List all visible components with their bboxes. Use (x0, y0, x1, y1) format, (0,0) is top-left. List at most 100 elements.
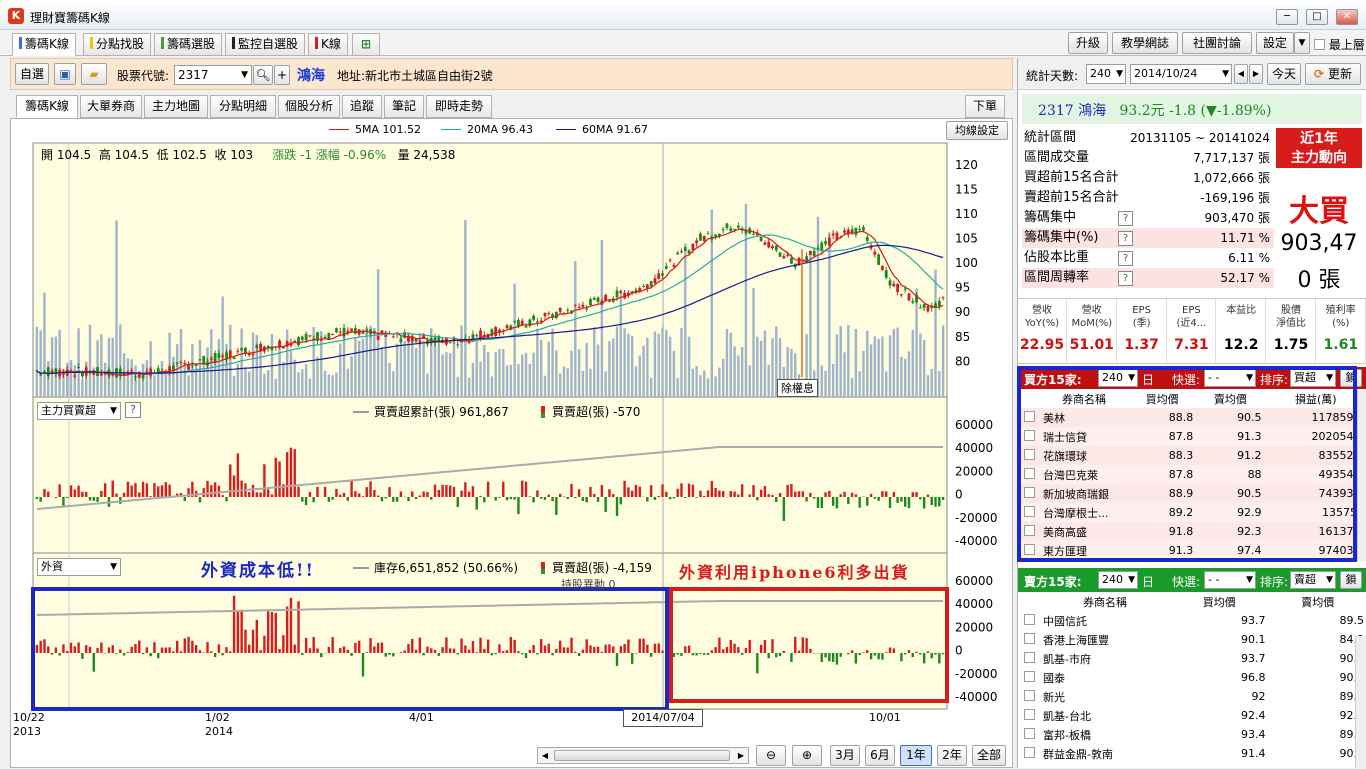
horizontal-scrollbar[interactable]: ◀ ▶ (537, 747, 749, 764)
tab-watchlist-monitor[interactable]: 監控自選股 (225, 33, 305, 56)
minimize-button[interactable]: ─ (1276, 9, 1298, 25)
row-checkbox[interactable] (1024, 709, 1035, 720)
subtab-large-brokers[interactable]: 大單券商 (80, 95, 142, 118)
table-cell: 香港上海匯豐 (1040, 630, 1170, 649)
net-buy-bar (851, 650, 853, 653)
buy-table-scrollbar[interactable] (1357, 389, 1366, 561)
settings-button[interactable]: 設定 (1256, 32, 1294, 54)
candle-body (782, 256, 785, 258)
order-button[interactable]: 下單 (965, 95, 1005, 118)
close-button[interactable]: ✕ (1336, 9, 1358, 25)
row-checkbox[interactable] (1024, 671, 1035, 682)
refresh-button[interactable]: ⟳ 更新 (1305, 63, 1361, 85)
row-checkbox[interactable] (1024, 728, 1035, 739)
range-1y-button[interactable]: 1年 (900, 745, 932, 766)
days-select[interactable]: 240▼ (1086, 64, 1126, 84)
net-buy-bar (840, 494, 842, 497)
upgrade-button[interactable]: 升級 (1068, 32, 1108, 54)
table-row[interactable]: 香港上海匯豐90.184.9 (1018, 630, 1366, 649)
ma-settings-button[interactable]: 均線設定 (946, 121, 1008, 140)
net-buy-bar (127, 482, 129, 497)
tab-chip-kline[interactable]: 籌碼K線 (12, 33, 76, 56)
sell-days-select[interactable]: 240▼ (1098, 571, 1138, 589)
save-icon[interactable]: ▣ (54, 63, 76, 85)
sell-lock-button[interactable]: 鎖 (1340, 571, 1362, 589)
table-row[interactable]: 國泰96.890.4 (1018, 668, 1366, 687)
net-buy-bar (764, 486, 766, 497)
tab-kline[interactable]: K線 (308, 33, 348, 56)
subtab-realtime[interactable]: 即時走勢 (426, 95, 492, 118)
range-6m-button[interactable]: 6月 (865, 745, 895, 766)
range-2y-button[interactable]: 2年 (937, 745, 967, 766)
table-row[interactable]: 中國信託93.789.5 (1018, 611, 1366, 630)
help-icon[interactable]: ? (125, 402, 141, 418)
sell-sort-select[interactable]: 賣超▼ (1290, 571, 1336, 589)
self-select-button[interactable]: 自選 (15, 63, 49, 85)
maximize-button[interactable]: □ (1306, 9, 1328, 25)
next-date-icon[interactable]: ▶ (1249, 64, 1263, 84)
candle-body (790, 258, 793, 264)
column-header[interactable]: 賣均價 (1269, 592, 1366, 611)
subtab-chip-kline[interactable]: 籌碼K線 (16, 95, 78, 118)
scrollbar-thumb[interactable] (554, 750, 730, 761)
tutorial-blog-button[interactable]: 教學網誌 (1112, 32, 1178, 54)
net-buy-bar (476, 652, 478, 653)
subtab-branch-detail[interactable]: 分點明細 (210, 95, 276, 118)
scroll-left-icon[interactable]: ◀ (538, 748, 552, 763)
candle-body (362, 332, 365, 334)
table-row[interactable]: 凱基-市府93.790.9 (1018, 649, 1366, 668)
help-icon[interactable]: ? (1118, 211, 1133, 226)
community-button[interactable]: 社團討論 (1182, 32, 1252, 54)
row-checkbox[interactable] (1024, 614, 1035, 625)
subtab-notes[interactable]: 筆記 (384, 95, 424, 118)
row-checkbox[interactable] (1024, 690, 1035, 701)
help-icon[interactable]: ? (1118, 231, 1133, 246)
net-buy-bar (760, 645, 762, 653)
chevron-down-icon: ▼ (1222, 65, 1229, 83)
table-row[interactable]: 凱基-台北92.492.9 (1018, 706, 1366, 725)
zoom-in-icon[interactable]: ⊕ (792, 745, 822, 766)
row-checkbox[interactable] (1024, 633, 1035, 644)
volume-bar (521, 355, 523, 397)
stock-code-input[interactable]: 2317▼ (174, 65, 252, 85)
main-force-selector[interactable]: 主力買賣超▼ (37, 402, 121, 420)
tab-find-by-branch[interactable]: 分點找股 (83, 33, 151, 56)
settings-dropdown-icon[interactable]: ▼ (1294, 32, 1310, 54)
table-row[interactable]: 群益金鼎-敦南91.490.1 (1018, 744, 1366, 763)
net-buy-bar (464, 645, 466, 653)
search-icon[interactable]: 🔍︎ (253, 65, 273, 85)
subtab-main-force-map[interactable]: 主力地圖 (144, 95, 208, 118)
today-button[interactable]: 今天 (1267, 63, 1301, 85)
range-3m-button[interactable]: 3月 (830, 745, 860, 766)
stats-value: 20131105 ~ 20141024 (1130, 128, 1270, 148)
sell-quick-select[interactable]: - -▼ (1204, 571, 1256, 589)
column-header[interactable]: 買均價 (1170, 592, 1269, 611)
foreign-selector[interactable]: 外資▼ (37, 558, 121, 576)
table-cell: 富邦-板橋 (1040, 725, 1170, 744)
table-row[interactable]: 新光9289.8 (1018, 687, 1366, 706)
sell-table-scrollbar[interactable] (1355, 636, 1366, 768)
subtab-track[interactable]: 追蹤 (342, 95, 382, 118)
add-watch-icon[interactable]: + (274, 65, 290, 85)
prev-date-icon[interactable]: ◀ (1234, 64, 1248, 84)
scroll-right-icon[interactable]: ▶ (734, 748, 748, 763)
help-icon[interactable]: ? (1118, 271, 1133, 286)
volume-bar (426, 374, 428, 397)
tab-chip-screener[interactable]: 籌碼選股 (154, 33, 222, 56)
topmost-checkbox[interactable] (1314, 39, 1325, 50)
add-tab-button[interactable]: ⊞ (352, 33, 380, 56)
net-buy-bar (36, 497, 38, 499)
table-row[interactable]: 富邦-板橋93.489.8 (1018, 725, 1366, 744)
topmost-toggle[interactable]: 最上層 (1314, 36, 1365, 53)
help-icon[interactable]: ? (1118, 251, 1133, 266)
subtab-stock-analysis[interactable]: 個股分析 (278, 95, 340, 118)
zoom-out-icon[interactable]: ⊖ (756, 745, 786, 766)
row-checkbox[interactable] (1024, 747, 1035, 758)
row-checkbox[interactable] (1024, 652, 1035, 663)
chart-canvas[interactable]: 12011511010510095908580 6000040000200000… (11, 119, 1014, 769)
table-cell: 84.9 (1269, 630, 1366, 649)
folder-icon[interactable]: ▰ (81, 63, 107, 85)
date-picker[interactable]: 2014/10/24▼ (1130, 64, 1232, 84)
range-all-button[interactable]: 全部 (972, 745, 1006, 766)
column-header[interactable]: 券商名稱 (1040, 592, 1170, 611)
